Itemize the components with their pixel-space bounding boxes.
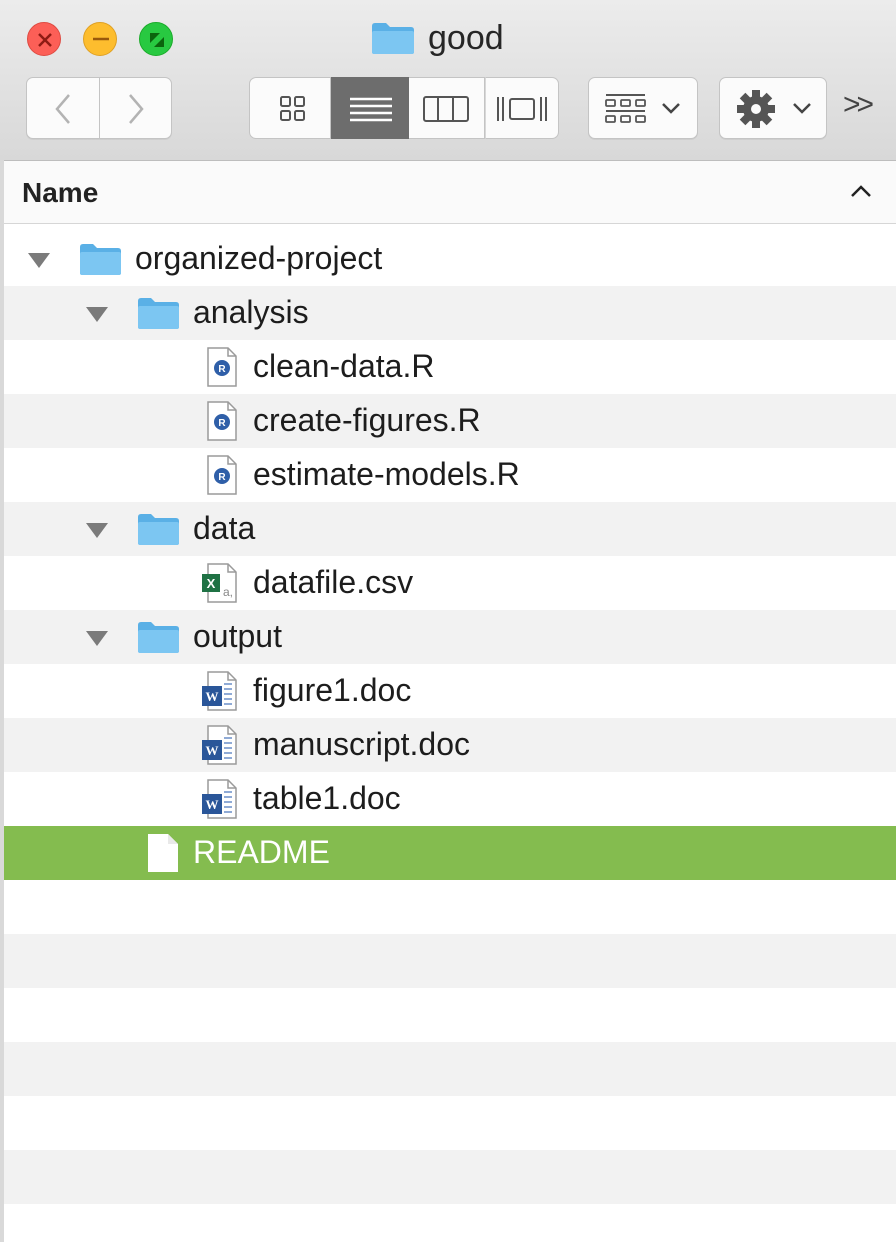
word-file-icon: W (202, 779, 237, 819)
document-icon (148, 834, 178, 872)
folder-icon (138, 622, 179, 653)
folder-row[interactable]: analysis (4, 286, 896, 340)
cover-flow-icon (497, 97, 547, 121)
minimize-icon (93, 37, 109, 41)
item-name: table1.doc (253, 780, 401, 816)
file-row[interactable]: Rcreate-figures.R (4, 394, 896, 448)
disclosure-triangle-icon[interactable] (26, 251, 52, 269)
item-name: manuscript.doc (253, 726, 470, 762)
folder-icon (138, 514, 179, 545)
svg-text:R: R (218, 364, 226, 375)
close-icon (38, 33, 52, 47)
svg-text:a,: a, (223, 585, 233, 599)
folder-row[interactable]: organized-project (4, 232, 896, 286)
item-name: README (193, 834, 330, 870)
action-menu-button[interactable] (719, 77, 827, 139)
item-name: analysis (193, 294, 309, 330)
file-row[interactable]: Xa, datafile.csv (4, 556, 896, 610)
minimize-window-button[interactable] (83, 22, 117, 56)
disclosure-triangle-icon[interactable] (84, 521, 110, 539)
back-button[interactable] (26, 77, 100, 139)
finder-window: good >> Name organized-project analysis … (0, 0, 896, 1242)
sort-ascending-icon[interactable] (848, 181, 874, 201)
folder-icon (372, 23, 414, 54)
item-name: clean-data.R (253, 348, 435, 384)
chevron-right-icon (129, 94, 144, 124)
file-list: organized-project analysis Rclean-data.R Rc… (4, 232, 896, 1204)
svg-text:X: X (207, 576, 216, 591)
file-row[interactable]: Rclean-data.R (4, 340, 896, 394)
file-row[interactable]: Restimate-models.R (4, 448, 896, 502)
chevron-left-icon (55, 94, 70, 124)
disclosure-triangle-icon[interactable] (84, 305, 110, 323)
svg-text:W: W (206, 797, 219, 812)
column-view-icon (423, 96, 469, 122)
file-row[interactable]: Wmanuscript.doc (4, 718, 896, 772)
zoom-window-button[interactable] (139, 22, 173, 56)
folder-icon (138, 298, 179, 329)
name-column-header[interactable]: Name (22, 177, 98, 209)
column-view-button[interactable] (409, 77, 485, 139)
window-title: good (370, 16, 504, 60)
fullscreen-icon (150, 33, 164, 47)
word-file-icon: W (202, 671, 237, 711)
item-name: organized-project (135, 240, 383, 276)
empty-row (4, 1150, 896, 1204)
excel-file-icon: Xa, (202, 563, 237, 603)
file-row[interactable]: Wtable1.doc (4, 772, 896, 826)
item-name: output (193, 618, 282, 654)
svg-text:R: R (218, 472, 226, 483)
toolbar: good >> (0, 0, 896, 161)
folder-row[interactable]: output (4, 610, 896, 664)
empty-row (4, 880, 896, 934)
gear-icon (737, 90, 811, 128)
empty-row (4, 1096, 896, 1150)
item-name: create-figures.R (253, 402, 481, 438)
empty-row (4, 988, 896, 1042)
r-file-icon: R (207, 455, 237, 495)
cover-flow-button[interactable] (485, 77, 559, 139)
item-name: figure1.doc (253, 672, 412, 708)
toolbar-overflow-button[interactable]: >> (843, 88, 874, 122)
file-row[interactable]: README (4, 826, 896, 880)
folder-row[interactable]: data (4, 502, 896, 556)
icon-view-button[interactable] (249, 77, 331, 139)
item-name: datafile.csv (253, 564, 414, 600)
list-view-icon (350, 97, 392, 122)
arrange-button[interactable] (588, 77, 698, 139)
disclosure-triangle-icon[interactable] (84, 629, 110, 647)
forward-button[interactable] (100, 77, 172, 139)
r-file-icon: R (207, 401, 237, 441)
svg-text:R: R (218, 418, 226, 429)
word-file-icon: W (202, 725, 237, 765)
file-row[interactable]: Wfigure1.doc (4, 664, 896, 718)
item-name: estimate-models.R (253, 456, 520, 492)
arrange-grid-icon (605, 94, 680, 123)
column-header: Name (0, 161, 896, 224)
icon-view-icon (280, 96, 305, 121)
empty-row (4, 934, 896, 988)
svg-text:W: W (206, 743, 219, 758)
list-view-button[interactable] (331, 77, 409, 139)
r-file-icon: R (207, 347, 237, 387)
chevron-down-icon (662, 103, 680, 114)
folder-icon (80, 244, 121, 275)
empty-row (4, 1042, 896, 1096)
svg-text:W: W (206, 689, 219, 704)
chevron-down-icon (793, 103, 811, 114)
item-name: data (193, 510, 256, 546)
window-title-text: good (428, 18, 504, 57)
close-window-button[interactable] (27, 22, 61, 56)
